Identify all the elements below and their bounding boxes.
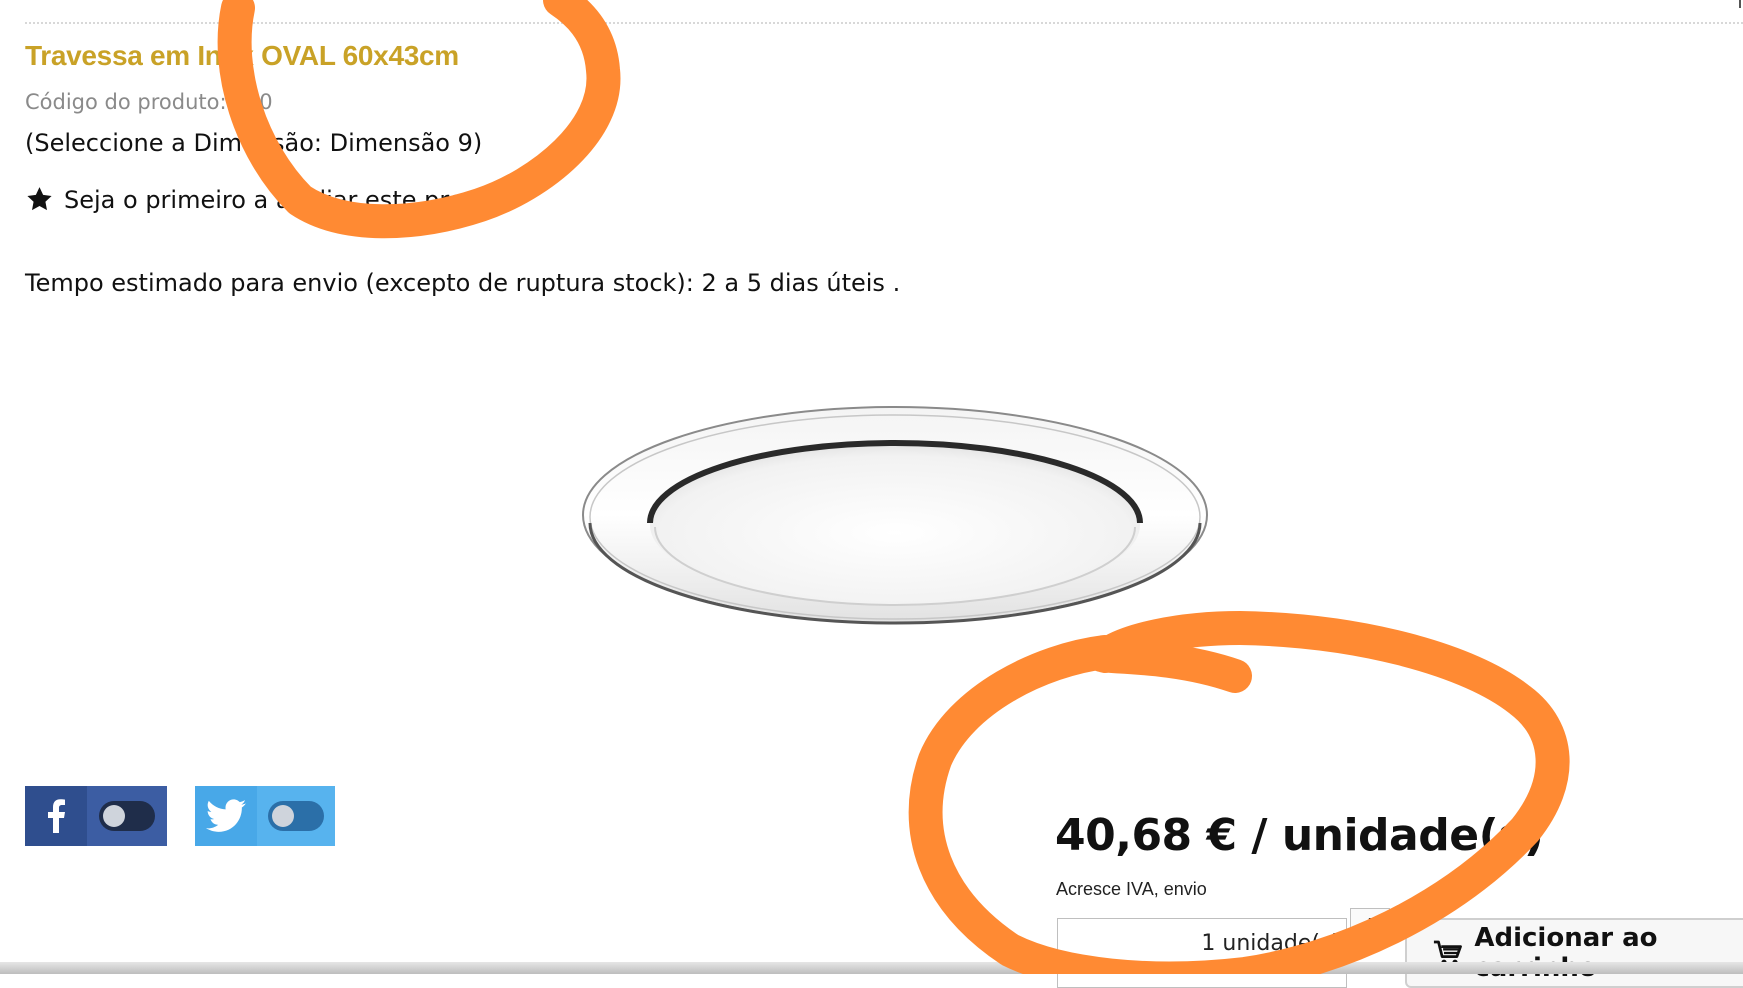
facebook-toggle-switch[interactable]: [99, 801, 155, 831]
twitter-icon: [206, 799, 246, 832]
twitter-switch-area[interactable]: [257, 786, 335, 846]
product-price: 40,68 € / unidade(s): [1055, 810, 1544, 861]
facebook-icon: [48, 799, 65, 833]
tax-note: Acresce IVA, envio: [1056, 879, 1207, 899]
facebook-share-toggle[interactable]: [25, 786, 167, 846]
add-to-cart-button[interactable]: Adicionar ao carrinho: [1405, 918, 1743, 988]
twitter-share-toggle[interactable]: [195, 786, 335, 846]
bottom-edge: [0, 962, 1743, 974]
review-link[interactable]: Seja o primeiro a avaliar este produto: [25, 185, 518, 214]
facebook-brand: [25, 786, 87, 846]
product-code-value: 160: [232, 90, 273, 114]
selected-dimension: (Seleccione a Dimensão: Dimensão 9): [25, 129, 483, 157]
product-code: Código do produto: 160: [25, 90, 273, 114]
top-divider: [25, 22, 1743, 24]
twitter-brand: [195, 786, 257, 846]
twitter-toggle-switch[interactable]: [268, 801, 324, 831]
quantity-input[interactable]: 1 unidade(s): [1057, 918, 1347, 988]
shipping-estimate: Tempo estimado para envio (excepto de ru…: [25, 269, 901, 297]
product-title: Travessa em Inox OVAL 60x43cm: [25, 40, 459, 71]
add-to-cart-label[interactable]: Adicionar ao carrinho: [1474, 923, 1743, 983]
star-icon: [27, 187, 52, 211]
corner-mark: [1739, 0, 1741, 8]
product-code-label: Código do produto:: [25, 90, 227, 114]
product-image: [582, 406, 1208, 625]
review-prompt[interactable]: Seja o primeiro a avaliar este produto: [64, 186, 518, 214]
quantity-increase-button[interactable]: +: [1350, 908, 1390, 942]
facebook-switch-area[interactable]: [87, 786, 167, 846]
